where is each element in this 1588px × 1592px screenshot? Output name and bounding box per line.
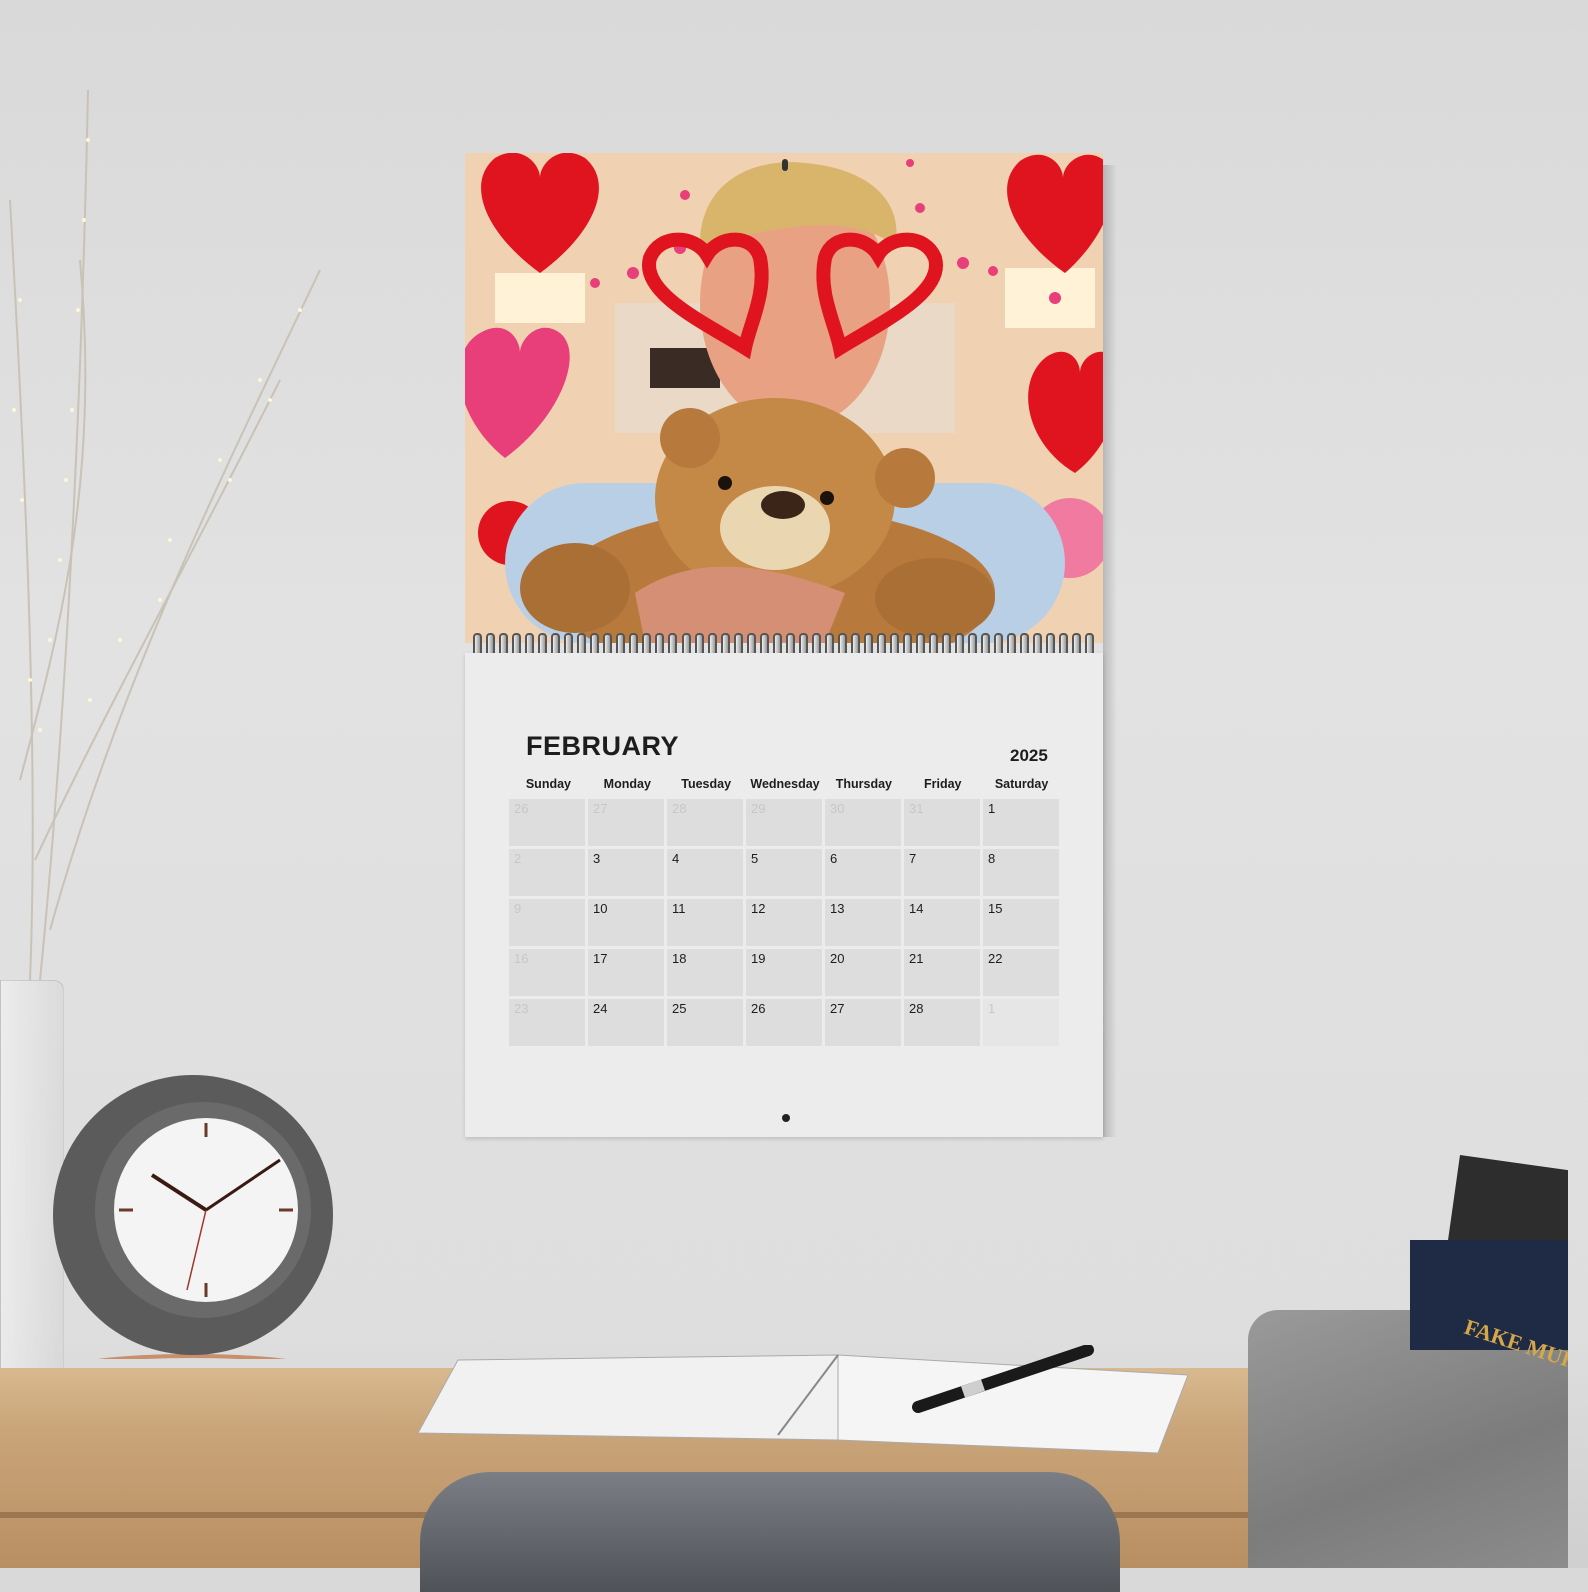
day-number: 8	[988, 851, 996, 866]
day-cell: 18	[667, 949, 743, 996]
day-number: 26	[514, 801, 529, 816]
day-cell: 29	[746, 799, 822, 846]
branch-lights-decoration	[9, 89, 321, 981]
day-cell: 8	[983, 849, 1059, 896]
photo-illustration	[465, 153, 1103, 643]
day-number: 9	[514, 901, 522, 916]
calendar-shadow	[1103, 165, 1117, 1137]
day-cell: 5	[746, 849, 822, 896]
desk-clock-icon	[53, 1075, 333, 1359]
day-cell: 11	[667, 899, 743, 946]
day-cell: 31	[904, 799, 980, 846]
scene: FEBRUARY 2025 Sunday Monday Tuesday Wednesd…	[0, 0, 1568, 1592]
bottom-hole	[782, 1114, 790, 1122]
day-number: 1	[988, 1001, 996, 1016]
wall-calendar: FEBRUARY 2025 Sunday Monday Tuesday Wednesd…	[465, 153, 1103, 1137]
day-number: 30	[830, 801, 845, 816]
day-cell: 27	[588, 799, 664, 846]
year-label: 2025	[1010, 746, 1048, 765]
day-cell: 7	[904, 849, 980, 896]
day-number: 27	[830, 1001, 845, 1016]
day-cell: 20	[825, 949, 901, 996]
day-cell: 4	[667, 849, 743, 896]
day-cell: 26	[746, 999, 822, 1046]
weekday-label: Thursday	[835, 777, 892, 791]
day-cell: 26	[509, 799, 585, 846]
day-number: 3	[593, 851, 601, 866]
day-cell: 9	[509, 899, 585, 946]
day-cell: 6	[825, 849, 901, 896]
weekday-label: Sunday	[525, 777, 571, 791]
weekday-label: Saturday	[994, 777, 1049, 791]
day-number: 4	[672, 851, 680, 866]
weekday-header: Sunday Monday Tuesday Wednesday Thursday Frid…	[509, 777, 1061, 791]
day-number: 2	[514, 851, 522, 866]
day-number: 21	[909, 951, 924, 966]
day-cell: 23	[509, 999, 585, 1046]
weekday-label: Monday	[603, 777, 651, 791]
day-number: 24	[593, 1001, 608, 1016]
day-number: 22	[988, 951, 1003, 966]
day-number: 6	[830, 851, 838, 866]
day-number: 15	[988, 901, 1003, 916]
day-number: 20	[830, 951, 845, 966]
chair-back	[420, 1472, 1120, 1592]
day-number: 10	[593, 901, 608, 916]
day-cell: 13	[825, 899, 901, 946]
day-cell: 17	[588, 949, 664, 996]
day-number: 16	[514, 951, 529, 966]
weekday-label: Friday	[923, 777, 962, 791]
day-number: 5	[751, 851, 759, 866]
weekday-label: Wednesday	[750, 777, 820, 791]
day-cell: 28	[904, 999, 980, 1046]
hanging-hole	[782, 159, 788, 171]
day-number: 7	[909, 851, 917, 866]
day-number: 17	[593, 951, 608, 966]
day-number: 11	[672, 901, 686, 916]
day-grid: 26 27 28 29 30 31 1 2 3 4 5 6 7 8 9 10 11 12 13 14 15 16 17 18 1…	[509, 799, 1061, 1046]
month-title: FEBRUARY	[526, 731, 680, 761]
day-cell: 16	[509, 949, 585, 996]
day-cell: 21	[904, 949, 980, 996]
day-cell: 1	[983, 799, 1059, 846]
day-number: 14	[909, 901, 924, 916]
day-number: 18	[672, 951, 687, 966]
day-cell: 22	[983, 949, 1059, 996]
day-cell: 3	[588, 849, 664, 896]
day-cell: 2	[509, 849, 585, 896]
day-cell: 25	[667, 999, 743, 1046]
day-cell: 14	[904, 899, 980, 946]
day-cell: 1	[983, 999, 1059, 1046]
day-number: 28	[672, 801, 687, 816]
day-number: 12	[751, 901, 766, 916]
day-number: 1	[988, 801, 996, 816]
day-cell: 27	[825, 999, 901, 1046]
day-cell: 19	[746, 949, 822, 996]
day-number: 27	[593, 801, 608, 816]
day-cell: 30	[825, 799, 901, 846]
day-cell: 10	[588, 899, 664, 946]
open-notebook-icon	[418, 1345, 1188, 1454]
day-number: 23	[514, 1001, 529, 1016]
day-number: 13	[830, 901, 845, 916]
day-number: 31	[909, 801, 924, 816]
day-cell: 12	[746, 899, 822, 946]
day-number: 28	[909, 1001, 924, 1016]
day-cell: 24	[588, 999, 664, 1046]
weekday-label: Tuesday	[681, 777, 732, 791]
day-cell: 28	[667, 799, 743, 846]
day-number: 19	[751, 951, 766, 966]
book-stack-icon: FAKE MURDERS	[1410, 1155, 1568, 1375]
day-number: 26	[751, 1001, 766, 1016]
calendar-photo	[465, 153, 1103, 643]
day-number: 29	[751, 801, 766, 816]
day-cell: 15	[983, 899, 1059, 946]
day-number: 25	[672, 1001, 687, 1016]
